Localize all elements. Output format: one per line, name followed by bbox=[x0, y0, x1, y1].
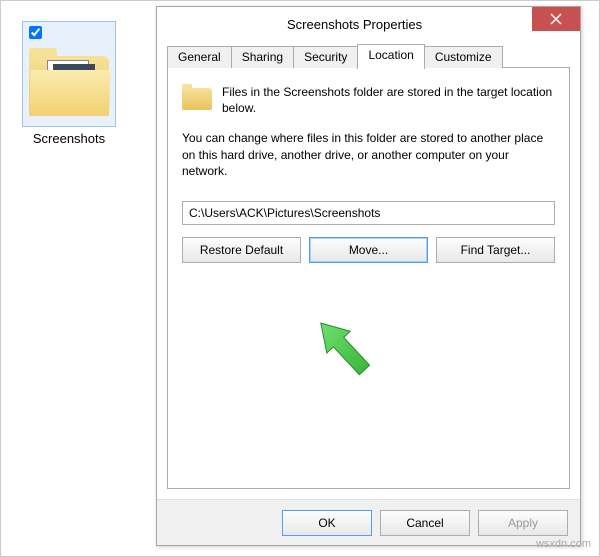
watermark: wsxdn.com bbox=[536, 538, 591, 550]
tab-customize[interactable]: Customize bbox=[424, 46, 503, 68]
tab-strip: General Sharing Security Location Custom… bbox=[167, 44, 570, 68]
folder-caption[interactable]: Screenshots bbox=[9, 131, 129, 146]
location-path-input[interactable] bbox=[182, 201, 555, 225]
folder-small-icon bbox=[182, 84, 212, 110]
tab-security[interactable]: Security bbox=[293, 46, 358, 68]
tab-general[interactable]: General bbox=[167, 46, 232, 68]
action-button-row: Restore Default Move... Find Target... bbox=[182, 237, 555, 263]
dialog-body: General Sharing Security Location Custom… bbox=[157, 41, 580, 499]
folder-selection[interactable] bbox=[22, 21, 116, 127]
properties-dialog: Screenshots Properties General Sharing S… bbox=[156, 6, 581, 546]
dialog-footer: OK Cancel Apply bbox=[157, 499, 580, 545]
cancel-button[interactable]: Cancel bbox=[380, 510, 470, 536]
tab-sharing[interactable]: Sharing bbox=[231, 46, 294, 68]
tab-location[interactable]: Location bbox=[357, 44, 424, 69]
dialog-title: Screenshots Properties bbox=[287, 17, 422, 32]
info-text: Files in the Screenshots folder are stor… bbox=[222, 84, 555, 116]
folder-checkbox[interactable] bbox=[29, 26, 42, 39]
close-icon bbox=[550, 13, 562, 25]
move-button[interactable]: Move... bbox=[309, 237, 428, 263]
close-button[interactable] bbox=[532, 7, 580, 31]
desktop-folder-area: Screenshots bbox=[9, 21, 129, 146]
description-text: You can change where files in this folde… bbox=[182, 130, 555, 179]
restore-default-button[interactable]: Restore Default bbox=[182, 237, 301, 263]
tab-content-location: Files in the Screenshots folder are stor… bbox=[167, 68, 570, 489]
folder-icon[interactable] bbox=[29, 46, 109, 116]
ok-button[interactable]: OK bbox=[282, 510, 372, 536]
apply-button[interactable]: Apply bbox=[478, 510, 568, 536]
titlebar[interactable]: Screenshots Properties bbox=[157, 7, 580, 41]
find-target-button[interactable]: Find Target... bbox=[436, 237, 555, 263]
